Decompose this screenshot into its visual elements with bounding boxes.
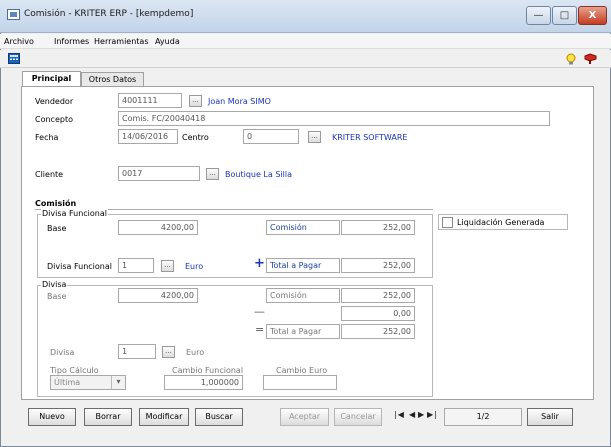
minus-operator: — — [254, 305, 265, 318]
cambio-euro-field[interactable] — [263, 375, 337, 390]
divisa-funcional-group-title: Divisa Funcional — [41, 209, 108, 218]
cliente-lookup-button[interactable]: ... — [206, 168, 219, 180]
calculator-icon[interactable] — [8, 53, 20, 64]
tab-otros-datos[interactable]: Otros Datos — [81, 72, 144, 87]
page-indicator: 1/2 — [444, 408, 522, 426]
cliente-label: Cliente — [35, 170, 64, 179]
funcional-comision-label: Comisión — [266, 220, 340, 235]
app-logo-icon — [7, 9, 20, 20]
vendedor-lookup-button[interactable]: ... — [189, 95, 202, 107]
minimize-button[interactable]: — — [526, 6, 551, 25]
equals-operator: = — [255, 323, 265, 336]
nuevo-button[interactable]: Nuevo — [28, 408, 76, 426]
cambio-funcional-label: Cambio Funcional — [172, 366, 244, 375]
centro-code-field[interactable]: 0 — [243, 129, 299, 144]
nav-prev-button[interactable]: ◀ — [409, 410, 415, 419]
funcional-total-label: Total a Pagar — [266, 258, 340, 273]
centro-lookup-button[interactable]: ... — [308, 131, 321, 143]
nav-next-button[interactable]: ▶ — [418, 410, 424, 419]
divisa-divisa-label: Divisa — [50, 348, 75, 357]
divisa-group-title: Divisa — [41, 280, 68, 289]
funcional-base-label: Base — [47, 224, 67, 233]
exit-door-icon[interactable] — [584, 53, 597, 64]
concepto-field[interactable]: Comis. FC/20040418 — [118, 111, 550, 126]
funcional-divisa-code-field[interactable]: 1 — [118, 258, 154, 273]
concepto-label: Concepto — [35, 115, 73, 124]
buscar-button[interactable]: Buscar — [195, 408, 243, 426]
nav-last-button[interactable]: ▶| — [427, 410, 438, 419]
fecha-field[interactable]: 14/06/2016 — [118, 129, 178, 144]
funcional-divisa-lookup-button[interactable]: ... — [161, 260, 174, 272]
divisa-base-label: Base — [47, 292, 67, 301]
funcional-divisa-label: Divisa Funcional — [47, 262, 112, 271]
maximize-button[interactable]: □ — [552, 6, 577, 25]
borrar-button[interactable]: Borrar — [84, 408, 132, 426]
toolbar — [0, 50, 611, 68]
comision-section-title: Comisión — [35, 199, 77, 208]
tab-principal[interactable]: Principal — [22, 71, 81, 87]
modificar-button[interactable]: Modificar — [139, 408, 189, 426]
divisa-total-label: Total a Pagar — [266, 324, 340, 339]
cambio-funcional-field[interactable]: 1,000000 — [164, 375, 243, 390]
salir-button[interactable]: Salir — [527, 408, 573, 426]
cancelar-button[interactable]: Cancelar — [334, 408, 382, 426]
menu-ayuda[interactable]: Ayuda — [155, 37, 180, 46]
cliente-name-link[interactable]: Boutique La Silla — [225, 170, 292, 179]
funcional-comision-field[interactable]: 252,00 — [341, 220, 415, 235]
divisa-total-field[interactable]: 252,00 — [341, 324, 415, 339]
funcional-base-field[interactable]: 4200,00 — [118, 220, 198, 235]
fecha-label: Fecha — [35, 133, 59, 142]
window-title: Comisión - KRITER ERP - [kempdemo] — [24, 9, 194, 19]
lightbulb-icon[interactable] — [565, 53, 577, 65]
chevron-down-icon[interactable]: ▾ — [111, 376, 125, 389]
menu-bar — [0, 34, 611, 49]
nav-first-button[interactable]: |◀ — [394, 410, 405, 419]
tipo-calculo-label: Tipo Cálculo — [50, 366, 99, 375]
vendedor-name-link[interactable]: Joan Mora SIMO — [208, 97, 271, 106]
divisa-resta-field[interactable]: 0,00 — [341, 306, 415, 321]
aceptar-button[interactable]: Aceptar — [280, 408, 329, 426]
divisa-comision-label: Comisión — [266, 288, 340, 303]
liquidacion-label: Liquidación Generada — [457, 218, 545, 227]
cliente-code-field[interactable]: 0017 — [118, 166, 200, 181]
menu-archivo[interactable]: Archivo — [4, 37, 34, 46]
centro-name-link[interactable]: KRITER SOFTWARE — [332, 133, 408, 142]
vendedor-code-field[interactable]: 4001111 — [118, 93, 182, 108]
plus-operator: + — [254, 256, 265, 271]
divisa-code-field[interactable]: 1 — [118, 344, 156, 359]
vendedor-label: Vendedor — [35, 97, 74, 106]
liquidacion-checkbox[interactable] — [442, 217, 453, 228]
centro-label: Centro — [182, 133, 209, 142]
cambio-euro-label: Cambio Euro — [276, 366, 328, 375]
divisa-base-field[interactable]: 4200,00 — [118, 288, 198, 303]
menu-informes[interactable]: Informes — [54, 37, 89, 46]
menu-herramientas[interactable]: Herramientas — [94, 37, 149, 46]
funcional-divisa-name: Euro — [185, 262, 204, 271]
funcional-total-field[interactable]: 252,00 — [341, 258, 415, 273]
close-button[interactable]: X — [578, 6, 607, 25]
divisa-lookup-button[interactable]: ... — [162, 346, 175, 358]
divisa-name: Euro — [186, 348, 205, 357]
divisa-comision-field[interactable]: 252,00 — [341, 288, 415, 303]
